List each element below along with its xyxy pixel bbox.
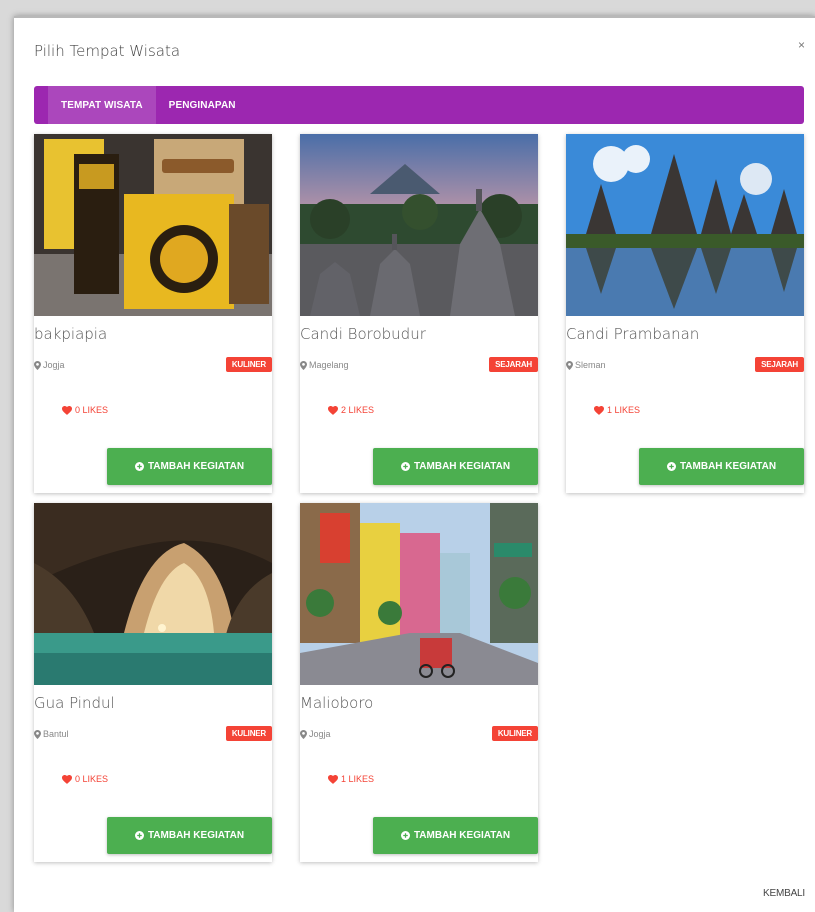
place-image <box>34 134 272 316</box>
add-activity-label: TAMBAH KEGIATAN <box>413 461 511 472</box>
add-activity-button[interactable]: TAMBAH KEGIATAN <box>639 448 804 485</box>
plus-circle-icon <box>666 462 676 471</box>
category-badge: SEJARAH <box>489 357 538 372</box>
place-location-text: Jogja <box>43 360 65 370</box>
likes-link[interactable]: 0 LIKES <box>62 774 108 784</box>
tab-penginapan[interactable]: PENGINAPAN <box>156 86 249 124</box>
category-badge: SEJARAH <box>755 357 804 372</box>
add-activity-button[interactable]: TAMBAH KEGIATAN <box>107 448 272 485</box>
likes-count: 1 LIKES <box>607 405 641 415</box>
place-location: Bantul <box>34 729 69 739</box>
likes-count: 2 LIKES <box>341 405 375 415</box>
place-location-text: Bantul <box>43 729 69 739</box>
place-name: bakpiapia <box>34 325 108 343</box>
likes-link[interactable]: 2 LIKES <box>328 405 374 415</box>
tab-tempat-wisata[interactable]: TEMPAT WISATA <box>48 86 156 124</box>
likes-link[interactable]: 0 LIKES <box>62 405 108 415</box>
place-card-bakpiapia: bakpiapia Jogja KULINER 0 LIKES TAMBAH K… <box>34 134 272 493</box>
category-badge: KULINER <box>225 726 272 741</box>
plus-circle-icon <box>134 831 144 840</box>
map-pin-icon <box>300 360 307 370</box>
heart-icon <box>62 405 72 415</box>
likes-count: 0 LIKES <box>75 405 109 415</box>
place-name: Candi Prambanan <box>566 325 700 343</box>
likes-count: 0 LIKES <box>75 774 109 784</box>
add-activity-button[interactable]: TAMBAH KEGIATAN <box>373 817 538 854</box>
map-pin-icon <box>566 360 573 370</box>
likes-link[interactable]: 1 LIKES <box>594 405 640 415</box>
heart-icon <box>62 774 72 784</box>
back-button[interactable]: KEMBALI <box>763 888 805 899</box>
place-card-malioboro: Malioboro Jogja KULINER 1 LIKES TAMBAH K… <box>300 503 538 862</box>
place-location: Sleman <box>566 360 606 370</box>
place-image <box>566 134 804 316</box>
likes-link[interactable]: 1 LIKES <box>328 774 374 784</box>
place-card-gua-pindul: Gua Pindul Bantul KULINER 0 LIKES TAMBAH… <box>34 503 272 862</box>
place-image <box>300 134 538 316</box>
place-name: Malioboro <box>300 694 374 712</box>
place-location-text: Magelang <box>309 360 349 370</box>
place-card-borobudur: Candi Borobudur Magelang SEJARAH 2 LIKES… <box>300 134 538 493</box>
plus-circle-icon <box>400 462 410 471</box>
heart-icon <box>328 774 338 784</box>
map-pin-icon <box>300 729 307 739</box>
place-name: Gua Pindul <box>34 694 115 712</box>
close-button[interactable]: × <box>798 38 805 52</box>
place-image <box>300 503 538 685</box>
place-location: Magelang <box>300 360 349 370</box>
place-image <box>34 503 272 685</box>
heart-icon <box>594 405 604 415</box>
place-location-text: Jogja <box>309 729 331 739</box>
place-location: Jogja <box>34 360 65 370</box>
add-activity-label: TAMBAH KEGIATAN <box>413 830 511 841</box>
plus-circle-icon <box>134 462 144 471</box>
plus-circle-icon <box>400 831 410 840</box>
map-pin-icon <box>34 360 41 370</box>
category-badge: KULINER <box>225 357 272 372</box>
modal-dialog: Pilih Tempat Wisata × TEMPAT WISATA PENG… <box>14 16 815 912</box>
add-activity-label: TAMBAH KEGIATAN <box>679 461 777 472</box>
tab-bar: TEMPAT WISATA PENGINAPAN <box>34 86 804 124</box>
add-activity-button[interactable]: TAMBAH KEGIATAN <box>107 817 272 854</box>
place-card-prambanan: Candi Prambanan Sleman SEJARAH 1 LIKES T… <box>566 134 804 493</box>
modal-title: Pilih Tempat Wisata <box>34 42 181 60</box>
place-location: Jogja <box>300 729 331 739</box>
add-activity-label: TAMBAH KEGIATAN <box>147 461 245 472</box>
category-badge: KULINER <box>491 726 538 741</box>
likes-count: 1 LIKES <box>341 774 375 784</box>
add-activity-button[interactable]: TAMBAH KEGIATAN <box>373 448 538 485</box>
add-activity-label: TAMBAH KEGIATAN <box>147 830 245 841</box>
place-location-text: Sleman <box>575 360 606 370</box>
heart-icon <box>328 405 338 415</box>
place-name: Candi Borobudur <box>300 325 426 343</box>
map-pin-icon <box>34 729 41 739</box>
